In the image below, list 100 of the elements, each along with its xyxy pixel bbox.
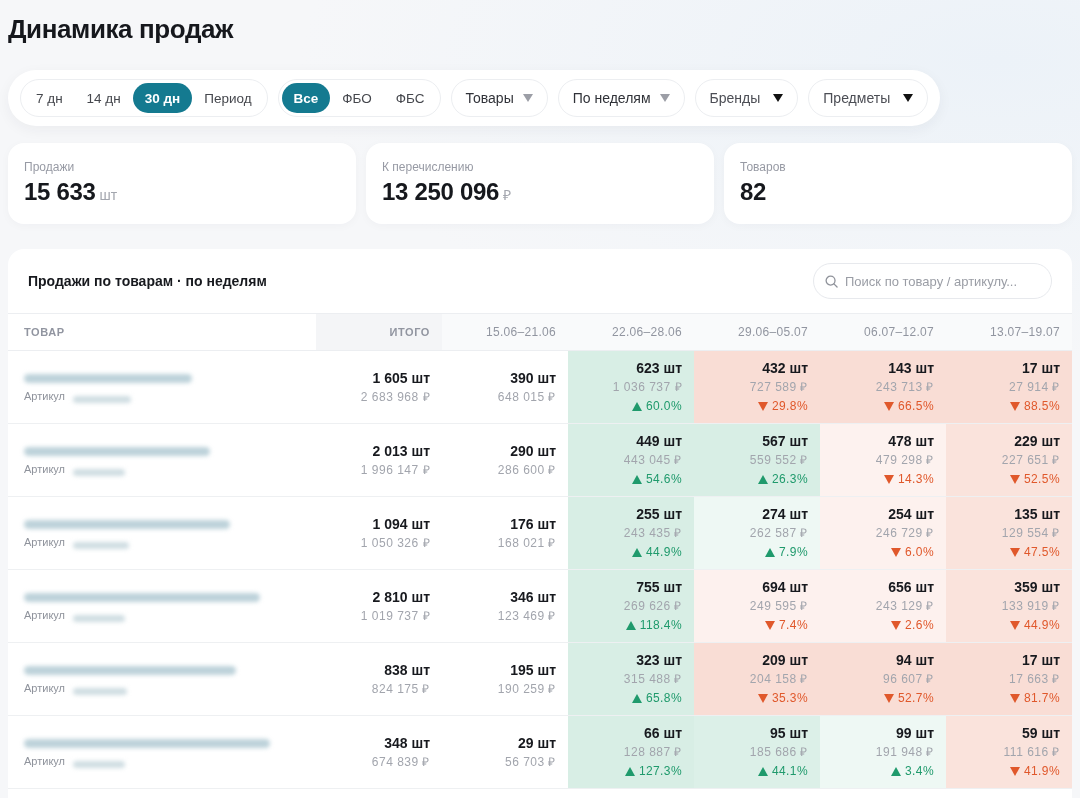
unit-count: 838 шт <box>384 660 430 679</box>
column-header: 15.06–21.06 <box>442 314 568 351</box>
change-percent: 60.0% <box>645 399 682 413</box>
stat-value: 13 250 096 <box>382 177 500 207</box>
article-label: Артикул <box>24 463 65 475</box>
unit-count: 1 605 шт <box>372 368 430 387</box>
revenue-amount: 243 435 ₽ <box>623 525 682 542</box>
change-percent: 66.5% <box>897 399 934 413</box>
page-title: Динамика продаж <box>8 13 234 45</box>
revenue-amount: 185 686 ₽ <box>749 744 808 761</box>
revenue-amount: 648 015 ₽ <box>497 388 556 406</box>
revenue-amount: 824 175 ₽ <box>371 680 430 698</box>
revenue-amount: 123 469 ₽ <box>497 607 556 625</box>
unit-count: 95 шт <box>770 724 808 742</box>
dropdown-button[interactable]: По неделям <box>557 79 685 117</box>
filter-tab[interactable]: ФБО <box>330 83 384 113</box>
unit-count: 29 шт <box>518 733 556 752</box>
stat-value: 82 <box>740 177 767 207</box>
revenue-amount: 443 045 ₽ <box>623 452 682 469</box>
change-percent: 47.5% <box>1023 545 1060 559</box>
revenue-amount: 249 595 ₽ <box>749 598 808 615</box>
revenue-amount: 1 036 737 ₽ <box>612 379 682 396</box>
dropdown-button[interactable]: Товары <box>450 79 548 117</box>
revenue-amount: 246 729 ₽ <box>875 525 934 542</box>
search-field[interactable]: Поиск по товару / артикулу... <box>813 263 1052 299</box>
article-label: Артикул <box>24 609 65 621</box>
revenue-amount: 315 488 ₽ <box>623 671 682 688</box>
filter-tab[interactable]: 7 дн <box>24 83 75 113</box>
revenue-amount: 1 996 147 ₽ <box>360 461 430 479</box>
unit-count: 135 шт <box>1014 505 1060 523</box>
column-header: 06.07–12.07 <box>820 314 946 351</box>
unit-count: 432 шт <box>762 359 808 377</box>
unit-count: 623 шт <box>636 359 682 377</box>
unit-count: 254 шт <box>888 505 934 523</box>
revenue-amount: 204 158 ₽ <box>749 671 808 688</box>
unit-count: 755 шт <box>636 578 682 596</box>
change-percent: 2.6% <box>905 618 934 632</box>
change-percent: 44.9% <box>645 545 682 559</box>
change-percent: 118.4% <box>639 618 682 632</box>
dropdown-button[interactable]: Предметы <box>808 79 929 117</box>
change-percent: 35.3% <box>771 691 808 705</box>
change-percent: 54.6% <box>645 472 682 486</box>
unit-count: 94 шт <box>896 651 934 669</box>
unit-count: 229 шт <box>1014 432 1060 450</box>
change-percent: 127.3% <box>638 764 682 778</box>
change-percent: 81.7% <box>1023 691 1060 705</box>
caret-icon <box>903 94 914 102</box>
revenue-amount: 727 589 ₽ <box>749 379 808 396</box>
change-percent: 44.9% <box>1023 618 1060 632</box>
unit-count: 2 013 шт <box>372 441 430 460</box>
table-title: Продажи по товарам · по неделям <box>28 273 267 289</box>
search-icon <box>825 275 838 288</box>
revenue-amount: 243 129 ₽ <box>875 598 934 615</box>
caret-icon <box>659 94 670 102</box>
unit-count: 66 шт <box>644 724 682 742</box>
column-header: ИТОГО <box>316 314 442 351</box>
revenue-amount: 269 626 ₽ <box>623 598 682 615</box>
change-percent: 88.5% <box>1023 399 1060 413</box>
filter-tab[interactable]: Все <box>281 83 331 113</box>
unit-count: 567 шт <box>762 432 808 450</box>
filter-tab[interactable]: 30 дн <box>132 83 193 113</box>
revenue-amount: 674 839 ₽ <box>371 753 430 771</box>
unit-count: 17 шт <box>1022 651 1060 669</box>
revenue-amount: 190 259 ₽ <box>497 680 556 698</box>
revenue-amount: 262 587 ₽ <box>749 525 808 542</box>
revenue-amount: 111 616 ₽ <box>1003 744 1060 761</box>
unit-count: 359 шт <box>1014 578 1060 596</box>
filter-tab[interactable]: ФБС <box>383 83 437 113</box>
filter-tab[interactable]: 14 дн <box>74 83 133 113</box>
unit-count: 348 шт <box>384 733 430 752</box>
revenue-amount: 243 713 ₽ <box>875 379 934 396</box>
revenue-amount: 227 651 ₽ <box>1001 452 1060 469</box>
revenue-amount: 191 948 ₽ <box>875 744 934 761</box>
revenue-amount: 286 600 ₽ <box>497 461 556 479</box>
revenue-amount: 2 683 968 ₽ <box>360 388 430 406</box>
stat-label: Продажи <box>24 159 76 175</box>
revenue-amount: 133 919 ₽ <box>1001 598 1060 615</box>
unit-count: 1 094 шт <box>372 514 430 533</box>
change-percent: 7.9% <box>779 545 808 559</box>
stat-label: К перечислению <box>382 159 475 175</box>
revenue-amount: 56 703 ₽ <box>504 753 556 771</box>
filter-tab[interactable]: Период <box>192 83 264 113</box>
revenue-amount: 17 663 ₽ <box>1008 671 1060 688</box>
stat-unit: шт <box>99 186 118 205</box>
unit-count: 346 шт <box>510 587 556 606</box>
unit-count: 99 шт <box>896 724 934 742</box>
unit-count: 656 шт <box>888 578 934 596</box>
dropdown-button[interactable]: Бренды <box>694 79 799 117</box>
column-header: 22.06–28.06 <box>568 314 694 351</box>
unit-count: 176 шт <box>510 514 556 533</box>
unit-count: 255 шт <box>636 505 682 523</box>
change-percent: 52.7% <box>897 691 934 705</box>
article-label: Артикул <box>24 536 65 548</box>
unit-count: 59 шт <box>1022 724 1060 742</box>
revenue-amount: 168 021 ₽ <box>497 534 556 552</box>
unit-count: 449 шт <box>636 432 682 450</box>
article-label: Артикул <box>24 755 65 767</box>
change-percent: 7.4% <box>779 618 808 632</box>
stat-unit: ₽ <box>503 186 512 205</box>
revenue-amount: 129 554 ₽ <box>1001 525 1060 542</box>
